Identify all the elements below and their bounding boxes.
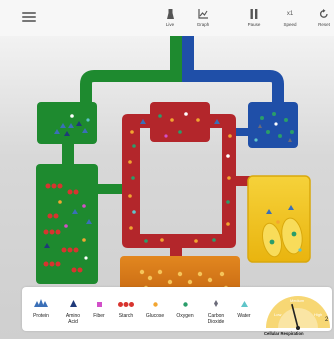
pause-label: Pause [247, 22, 261, 27]
glucose-icon [152, 287, 158, 307]
gauge-value: 2 [325, 317, 329, 323]
red-heart-chamber [150, 102, 210, 142]
red-loop-particles [128, 112, 232, 243]
gauge-medium-label: Medium [290, 298, 305, 303]
protein-icon [34, 287, 48, 307]
legend-label: Glucose [145, 313, 165, 319]
pause-icon [250, 9, 258, 19]
hamburger-icon[interactable] [22, 12, 36, 22]
amino-acid-icon [69, 287, 77, 307]
green-stomach-chamber [37, 102, 97, 144]
gauge-high-label: High [314, 312, 322, 317]
green-connector-pipe [62, 140, 74, 168]
legend-item-water: Water [232, 287, 256, 331]
green-intake-pipe [170, 36, 182, 80]
green-to-red-pipe [96, 184, 126, 194]
oxygen-icon [182, 287, 188, 307]
flask-icon [166, 9, 174, 19]
reset-label: Reset [318, 22, 330, 27]
blue-intake-pipe [182, 36, 194, 80]
gauge-title: Cellular Respiration [264, 331, 304, 336]
live-label: Live [165, 22, 175, 27]
legend-label: Water [237, 313, 251, 319]
graph-icon [198, 9, 208, 19]
graph-button[interactable]: Graph [192, 0, 214, 36]
live-button[interactable]: Live [160, 0, 180, 36]
graph-label: Graph [196, 22, 210, 27]
legend-item-oxygen: Oxygen [172, 287, 198, 331]
speed-icon: x1 [286, 11, 294, 17]
legend-label: Carbon Dioxide [207, 313, 225, 325]
legend-label: Oxygen [176, 313, 194, 319]
legend-item-amino-acid: Amino Acid [62, 287, 84, 331]
legend-label: Protein [33, 313, 49, 319]
cellular-respiration-gauge: Low Medium High Cellular Respiration [264, 296, 330, 336]
water-icon [240, 287, 248, 307]
toolbar: Live Graph Pause x1 Speed Reset [0, 0, 334, 37]
speed-label: Speed [283, 22, 297, 27]
red-to-orange-pipe [170, 244, 182, 258]
legend-label: Starch [118, 313, 134, 319]
legend-item-carbon-dioxide: Carbon Dioxide [202, 287, 230, 331]
blue-top-pipe [182, 70, 284, 106]
legend-label: Fiber [93, 313, 105, 319]
starch-icon [118, 287, 134, 307]
fiber-icon [96, 287, 102, 307]
gauge-low-label: Low [274, 312, 281, 317]
legend-item-fiber: Fiber [88, 287, 110, 331]
legend-item-glucose: Glucose [142, 287, 168, 331]
reset-button[interactable]: Reset [313, 0, 334, 36]
speed-button[interactable]: x1 Speed [277, 0, 303, 36]
legend-item-starch: Starch [114, 287, 138, 331]
reset-icon [319, 9, 328, 18]
carbon-dioxide-icon [214, 287, 218, 307]
gauge-hub [296, 326, 300, 330]
legend-item-protein: Protein [26, 287, 56, 331]
legend-label: Amino Acid [65, 313, 81, 325]
green-top-pipe [80, 70, 182, 106]
pause-button[interactable]: Pause [243, 0, 265, 36]
